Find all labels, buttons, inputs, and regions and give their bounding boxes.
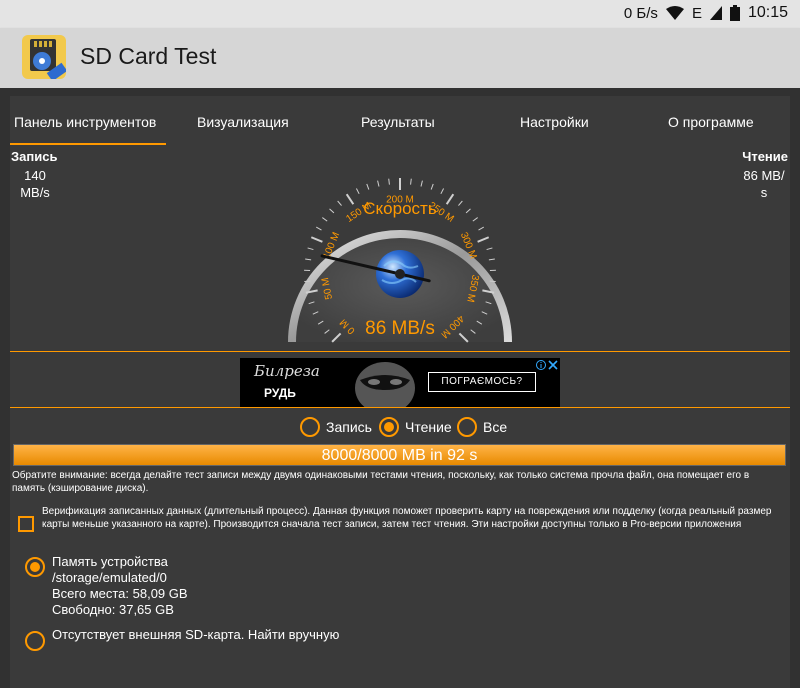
write-value-block: 140 MB/s xyxy=(14,167,56,201)
mode-read[interactable]: Чтение xyxy=(379,417,452,437)
tab-settings[interactable]: Настройки xyxy=(520,114,589,130)
radio-all[interactable] xyxy=(457,417,477,437)
radio-device-storage[interactable] xyxy=(25,557,45,577)
status-bar: 0 Б/s E 10:15 xyxy=(0,0,800,28)
status-icons: 0 Б/s E 10:15 xyxy=(624,4,788,22)
test-mode-group: Запись Чтение Все xyxy=(0,417,800,441)
speed-gauge: 0 M50 M100 M150 M200 M250 M300 M350 M400… xyxy=(288,178,512,343)
write-unit: MB/s xyxy=(20,185,50,200)
read-value: 86 MB/ xyxy=(743,168,785,183)
gauge-tick xyxy=(377,180,380,187)
gauge-title: Скорость xyxy=(363,199,437,218)
clock: 10:15 xyxy=(747,4,788,21)
gauge-tick xyxy=(430,183,434,190)
gauge-tick xyxy=(322,217,328,222)
verify-description: Верификация записанных данных (длительны… xyxy=(42,506,772,530)
divider xyxy=(10,407,790,408)
ad-image xyxy=(355,362,415,408)
gauge-tick xyxy=(458,200,463,206)
app-title: SD Card Test xyxy=(80,43,217,69)
ad-cta-button[interactable]: ПОГРАЄМОСЬ? xyxy=(428,372,536,392)
tab-bar: Панель инструментов Визуализация Результ… xyxy=(0,88,800,146)
gauge-tick xyxy=(305,258,312,261)
ad-brand: Билреза xyxy=(254,362,320,380)
device-storage-free: Свободно: 37,65 GB xyxy=(52,602,174,617)
signal-icon xyxy=(709,6,722,20)
external-sd-option[interactable]: Отсутствует внешняя SD-карта. Найти вруч… xyxy=(52,627,339,642)
device-storage-title: Память устройства xyxy=(52,554,168,569)
mode-write-label: Запись xyxy=(326,419,372,435)
gauge-tick xyxy=(345,193,355,205)
mode-write[interactable]: Запись xyxy=(300,417,372,437)
gauge-tick xyxy=(478,226,485,231)
gauge-tick xyxy=(472,217,478,222)
ad-info-icon[interactable] xyxy=(536,360,546,370)
cache-note: Обратите внимание: всегда делайте тест з… xyxy=(12,470,750,494)
device-storage-path: /storage/emulated/0 xyxy=(52,570,167,585)
main-content: Панель инструментов Визуализация Результ… xyxy=(0,88,800,688)
write-label: Запись xyxy=(11,149,58,164)
gauge-tick xyxy=(465,208,471,214)
radio-write[interactable] xyxy=(300,417,320,437)
progress-bar: 8000/8000 MB in 92 s xyxy=(13,444,786,466)
gauge-tick xyxy=(440,188,445,195)
gauge-tick xyxy=(477,236,490,243)
gauge-tick xyxy=(329,208,335,214)
gauge-tick xyxy=(355,188,360,195)
tab-results[interactable]: Результаты xyxy=(361,114,435,130)
mode-read-label: Чтение xyxy=(405,419,452,435)
device-storage-option[interactable]: Память устройства /storage/emulated/0 Вс… xyxy=(52,554,188,618)
read-speed: Чтение xyxy=(742,149,788,164)
divider xyxy=(10,351,790,352)
radio-read[interactable] xyxy=(379,417,399,437)
network-type: E xyxy=(691,4,702,22)
app-bar: SD Card Test xyxy=(0,28,800,88)
tab-visualization[interactable]: Визуализация xyxy=(197,114,289,130)
gauge-tick xyxy=(310,236,323,243)
read-value-block: 86 MB/ s xyxy=(736,167,792,201)
progress-text: 8000/8000 MB in 92 s xyxy=(321,447,478,464)
gauge-tick xyxy=(486,247,493,251)
ad-subtitle: РУДЬ xyxy=(264,386,296,400)
tab-about[interactable]: О программе xyxy=(668,114,754,130)
write-value: 140 xyxy=(24,168,46,183)
net-speed: 0 Б/s xyxy=(623,4,658,22)
verify-checkbox[interactable] xyxy=(18,516,34,532)
battery-icon xyxy=(729,5,740,21)
radio-external-sd[interactable] xyxy=(25,631,45,651)
gauge-tick xyxy=(307,247,314,251)
gauge-tick xyxy=(388,178,390,185)
ad-banner[interactable]: Билреза РУДЬ ПОГРАЄМОСЬ? xyxy=(240,358,560,408)
ad-close-icon[interactable] xyxy=(548,360,558,370)
gauge-tick xyxy=(366,183,370,190)
wifi-icon xyxy=(665,6,684,20)
write-speed: Запись xyxy=(11,149,57,164)
gauge-tick xyxy=(337,200,342,206)
mode-all[interactable]: Все xyxy=(457,417,507,437)
gauge-tick xyxy=(410,178,412,185)
gauge-value: 86 MB/s xyxy=(365,318,435,339)
sd-card-app-icon xyxy=(22,35,66,79)
gauge-tick xyxy=(315,226,322,231)
active-tab-indicator xyxy=(10,143,166,145)
gauge-tick xyxy=(420,180,423,187)
mode-all-label: Все xyxy=(483,419,508,435)
tab-dashboard[interactable]: Панель инструментов xyxy=(14,114,156,130)
device-storage-total: Всего места: 58,09 GB xyxy=(52,586,188,601)
gauge-tick xyxy=(488,258,495,261)
gauge-tick xyxy=(445,193,455,205)
read-unit: s xyxy=(760,185,768,200)
read-label: Чтение xyxy=(742,149,788,164)
